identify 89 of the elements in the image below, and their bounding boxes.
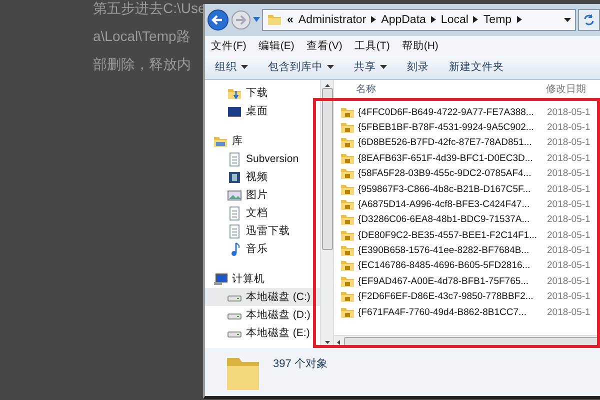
scroll-thumb[interactable] (322, 88, 332, 250)
overflow-chevron[interactable]: « (287, 14, 294, 26)
chevron-right-icon (473, 16, 478, 24)
dropdown-arrow-icon (253, 17, 260, 22)
nav-item[interactable]: 迅雷下载 (205, 222, 320, 240)
back-icon (207, 8, 229, 31)
nav-item[interactable]: 本地磁盘 (E:) (205, 324, 320, 342)
file-name[interactable]: {F671FA4F-7760-49d4-B862-8B1CC7... (358, 306, 544, 318)
toolbar-button[interactable]: 包含到库中 (268, 60, 334, 74)
file-name[interactable]: {4FFC0D6F-B649-4722-9A77-FE7A388... (358, 106, 544, 118)
chevron-right-icon (371, 16, 376, 24)
film-icon (227, 170, 242, 185)
menu-item[interactable]: 编辑(E) (258, 38, 294, 53)
vertical-scrollbar[interactable] (320, 80, 333, 348)
nav-item[interactable]: 计算机 (205, 270, 320, 288)
folder-icon (267, 12, 282, 28)
column-header[interactable]: 修改日期 (546, 82, 586, 96)
locked-folder-icon (340, 258, 355, 274)
menu-item[interactable]: 查看(V) (306, 38, 342, 53)
menu-item[interactable]: 文件(F) (211, 38, 246, 53)
date-cell: 2018-05-1 (547, 152, 590, 164)
nav-item[interactable]: 文档 (205, 204, 320, 222)
document-icon (227, 224, 242, 239)
date-cell: 2018-05-1 (547, 214, 590, 226)
date-cell: 2018-05-1 (547, 245, 590, 256)
locked-folder-icon (340, 243, 355, 258)
file-name[interactable]: {DE80F9C2-BE35-4557-BEE1-F2C14F1... (358, 230, 544, 241)
address-bar[interactable]: « Administrator AppData Local Temp (262, 8, 576, 31)
date-cell: 2018-05-1 (547, 306, 590, 318)
breadcrumb[interactable]: AppData (381, 14, 426, 26)
article-text: 部删除，释放内 (93, 55, 192, 74)
date-cell: 2018-05-1 (547, 168, 590, 180)
file-name[interactable]: {EF9AD467-A00E-4d78-BFB1-75F765... (358, 276, 544, 287)
file-name[interactable]: {F2D6F6EF-D86E-43c7-9850-778BBF2... (358, 291, 544, 302)
locked-folder-icon (340, 166, 355, 182)
date-cell: 2018-05-1 (547, 291, 590, 302)
document-icon (227, 152, 242, 167)
date-cell: 2018-05-1 (547, 198, 590, 210)
locked-folder-icon (340, 289, 355, 304)
file-name[interactable]: {8EAFB63F-651F-4d39-BFC1-D0EC3D... (358, 152, 544, 164)
date-cell: 2018-05-1 (547, 122, 590, 133)
nav-item[interactable]: 本地磁盘 (D:) (205, 306, 320, 324)
menu-item[interactable]: 帮助(H) (402, 38, 438, 53)
file-name[interactable]: {D3286C06-6EA8-48b1-BDC9-71537A... (358, 214, 544, 226)
nav-item[interactable]: 下载 (205, 84, 320, 102)
date-cell: 2018-05-1 (547, 184, 590, 195)
toolbar-button[interactable]: 共享 (354, 60, 387, 74)
date-cell: 2018-05-1 (547, 137, 590, 148)
file-name[interactable]: {A6875D14-A996-4cf8-BFE3-C424F47... (358, 198, 544, 210)
chevron-right-icon (516, 16, 522, 24)
nav-item[interactable]: 音乐 (205, 240, 320, 258)
dropdown-arrow-icon (564, 18, 571, 22)
nav-item[interactable]: 桌面 (205, 102, 320, 120)
locked-folder-icon (340, 135, 355, 150)
date-cell: 2018-05-1 (547, 106, 590, 118)
item-count: 397 个对象 (273, 357, 328, 371)
file-name[interactable]: {EC146786-8485-4696-B605-5FD2816... (358, 260, 544, 272)
nav-item[interactable]: 本地磁盘 (C:) (205, 288, 320, 306)
file-name[interactable]: {6D8BE526-B7FD-42fc-87E7-78AD851... (358, 137, 544, 148)
scroll-down-icon (324, 341, 330, 344)
date-cell: 2018-05-1 (547, 260, 590, 272)
locked-folder-icon (340, 212, 355, 228)
nav-item[interactable]: Subversion (205, 150, 320, 168)
breadcrumb[interactable]: Administrator (298, 14, 366, 26)
document-icon (227, 206, 242, 221)
date-cell: 2018-05-1 (547, 276, 590, 287)
toolbar-button[interactable]: 新建文件夹 (449, 60, 504, 74)
computer-icon (213, 272, 228, 287)
chevron-right-icon (430, 16, 436, 24)
refresh-icon (583, 14, 595, 26)
article-text: a\Local\Temp路 (93, 27, 192, 46)
file-name[interactable]: {959867F3-C866-4b8c-B21B-D167C5F... (358, 184, 544, 195)
file-name[interactable]: {E390B658-1576-41ee-8282-BF7684B... (358, 245, 544, 256)
menu-item[interactable]: 工具(T) (354, 38, 390, 53)
date-cell: 2018-05-1 (547, 230, 590, 241)
scroll-left-icon (337, 340, 340, 344)
nav-item[interactable]: 视频 (205, 168, 320, 186)
breadcrumb[interactable]: Local (440, 14, 468, 26)
toolbar-button[interactable]: 刻录 (407, 60, 429, 74)
toolbar-button[interactable]: 组织 (215, 60, 248, 74)
nav-item[interactable]: 图片 (205, 186, 320, 204)
column-header[interactable]: 名称 (356, 82, 546, 96)
picture-icon (227, 188, 242, 203)
refresh-button[interactable] (578, 8, 600, 31)
nav-item[interactable]: 库 (205, 132, 320, 150)
forward-icon (231, 10, 251, 30)
file-name[interactable]: {58FA5F28-03B9-455c-9DC2-0785AF4... (358, 168, 544, 180)
breadcrumb[interactable]: Temp (483, 14, 512, 26)
file-name[interactable]: {5FBEB1BF-B78F-4531-9924-9A5C902... (358, 122, 544, 133)
